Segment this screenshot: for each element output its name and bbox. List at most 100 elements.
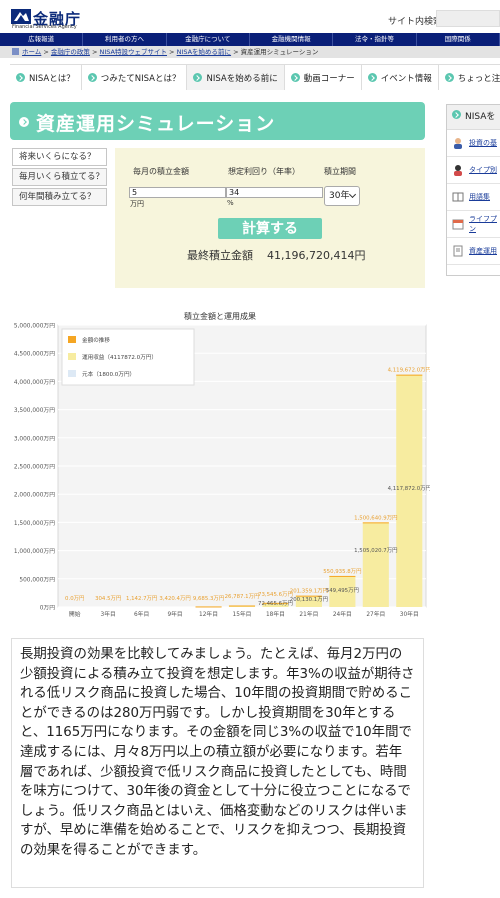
sidebar-item-label: 投資の基 [469, 139, 497, 147]
y-tick-label: 5,000,000万円 [14, 323, 55, 330]
chevron-right-icon [452, 110, 461, 119]
sidebar-item-glossary[interactable]: 用語集 [447, 184, 500, 211]
data-label: 3,420.4万円 [159, 595, 190, 602]
sidebar-item-simulation[interactable]: 資産運用 [447, 238, 500, 265]
x-tick-label: 21年目 [299, 610, 318, 618]
data-label: 1,500,640.9万円 [354, 514, 397, 521]
bar-top-line [362, 522, 389, 524]
y-tick-label: 1,000,000万円 [14, 548, 55, 555]
legend-label: 元本（1800.0万円） [82, 370, 135, 378]
subnav-label: つみたてNISAとは？ [100, 73, 181, 84]
subnav-before-start[interactable]: NISAを始める前に [187, 65, 285, 90]
tab-future-value[interactable]: 将来いくらになる？ [12, 148, 107, 166]
sidebar-item-lifeplan[interactable]: ライフプ ン [447, 211, 500, 238]
period-label: 積立期間 [324, 167, 356, 176]
global-nav: 広報報道 利用者の方へ 金融庁について 金融機関情報 法令・指針等 国際関係 [0, 33, 500, 46]
subnav-attention[interactable]: ちょっと注目！ [438, 65, 500, 90]
data-label: 549,495万円 [326, 587, 359, 594]
chevron-down-icon [348, 190, 357, 199]
rate-label: 想定利回り（年率） [228, 167, 300, 176]
breadcrumb: ホーム > 金融庁の政策 > NISA特設ウェブサイト > NISAを始める前に… [0, 46, 500, 58]
y-tick-label: 0万円 [40, 605, 55, 612]
x-tick-label: 24年目 [333, 610, 352, 618]
tab-monthly-amount[interactable]: 毎月いくら積立てる？ [12, 168, 107, 186]
sidebar-item-label: 資産運用 [469, 247, 497, 255]
tab-period[interactable]: 何年間積み立てる？ [12, 188, 107, 206]
gnav-item-institutions[interactable]: 金融機関情報 [250, 33, 334, 46]
x-tick-label: 12年目 [199, 610, 218, 618]
subnav-events[interactable]: イベント情報 [361, 65, 439, 90]
monthly-amount-input[interactable]: 5 [129, 187, 226, 198]
bar-top-line [195, 606, 222, 608]
subnav-label: NISAを始める前に [206, 73, 278, 84]
y-tick-label: 2,000,000万円 [14, 492, 55, 499]
breadcrumb-marker-icon [12, 48, 19, 55]
legend-swatch [68, 336, 76, 343]
x-tick-label: 開始 [69, 610, 81, 618]
sidebar-item-types[interactable]: タイプ別 [447, 157, 500, 184]
accumulation-chart: 0万円 500,000万円 1,000,000万円 1,500,000万円 2,000,… [14, 323, 430, 619]
y-tick-label: 3,000,000万円 [14, 435, 55, 442]
sidebar-header-label: NISAを [465, 112, 496, 122]
bar-top-line [228, 605, 256, 607]
subnav-label: ちょっと注目！ [457, 73, 500, 84]
sidebar-header: NISAを [447, 105, 500, 130]
search-label: サイト内検索 [388, 17, 443, 27]
chevron-right-icon [193, 73, 203, 82]
y-tick-label: 2,500,000万円 [14, 464, 55, 471]
period-select-value: 30年 [329, 191, 350, 201]
subnav-videos[interactable]: 動画コーナー [284, 65, 362, 90]
y-tick-label: 1,500,000万円 [14, 520, 55, 527]
data-label: 4,119,672.0万円 [388, 367, 430, 374]
monthly-unit: 万円 [130, 200, 144, 208]
breadcrumb-nisa-site[interactable]: NISA特設ウェブサイト [100, 48, 167, 56]
person-icon [454, 138, 462, 149]
breadcrumb-home[interactable]: ホーム [22, 48, 41, 56]
chevron-right-icon [19, 117, 29, 127]
chevron-right-icon [290, 73, 300, 82]
subnav-tsumitate[interactable]: つみたてNISAとは？ [81, 65, 188, 90]
subnav-label: NISAとは？ [29, 73, 75, 84]
gnav-item-international[interactable]: 国際関係 [417, 33, 500, 46]
y-tick-label: 4,500,000万円 [14, 351, 55, 358]
data-label: 201,359.1万円 [290, 588, 328, 595]
x-tick-label: 18年目 [266, 610, 285, 618]
legend-swatch [68, 353, 76, 360]
simulation-form: 毎月の積立金額 想定利回り（年率） 積立期間 5 万円 34 % 30年 計算す… [115, 148, 425, 288]
calendar-icon [452, 219, 464, 230]
gnav-item-laws[interactable]: 法令・指針等 [333, 33, 417, 46]
data-label: 26,787.1万円 [225, 593, 260, 600]
sidebar-item-label: ライフプ ン [469, 215, 497, 233]
calculate-button[interactable]: 計算する [218, 218, 322, 239]
search-input[interactable] [436, 10, 500, 27]
gnav-item-about[interactable]: 金融庁について [167, 33, 250, 46]
x-tick-label: 30年目 [400, 610, 419, 618]
data-label: 550,935.8万円 [323, 568, 361, 575]
y-tick-label: 3,500,000万円 [14, 407, 55, 414]
breadcrumb-policy[interactable]: 金融庁の政策 [51, 48, 90, 56]
sidebar-item-basics[interactable]: 投資の基 [447, 130, 500, 157]
person-icon [454, 165, 462, 176]
subnav-label: イベント情報 [380, 73, 432, 84]
data-label: 73,545.6万円 [258, 591, 293, 598]
y-tick-label: 500,000万円 [19, 576, 55, 583]
chevron-right-icon [16, 73, 25, 82]
data-label: 4,117,872.0万円 [388, 485, 430, 492]
breadcrumb-current: 資産運用シミュレーション [240, 48, 319, 56]
subnav-nisa-about[interactable]: NISAとは？ [10, 65, 82, 90]
y-tick-label: 4,000,000万円 [14, 379, 55, 386]
gnav-item-users[interactable]: 利用者の方へ [83, 33, 167, 46]
x-tick-label: 3年目 [101, 610, 116, 618]
fsa-logo-icon[interactable] [11, 9, 31, 24]
gnav-item-press[interactable]: 広報報道 [0, 33, 84, 46]
bar [362, 522, 389, 607]
sidebar-item-label: タイプ別 [469, 166, 497, 174]
site-header: 金融庁 Financial Services Agency サイト内検索 [0, 0, 500, 33]
breadcrumb-before-start[interactable]: NISAを始める前に [177, 48, 231, 56]
chevron-right-icon [367, 73, 377, 82]
rate-input[interactable]: 34 [226, 187, 323, 198]
book-icon [452, 192, 464, 202]
document-icon [453, 245, 463, 257]
period-select[interactable]: 30年 [324, 186, 360, 206]
nisa-subnav: NISAとは？ つみたてNISAとは？ NISAを始める前に 動画コーナー イベ… [10, 64, 500, 90]
